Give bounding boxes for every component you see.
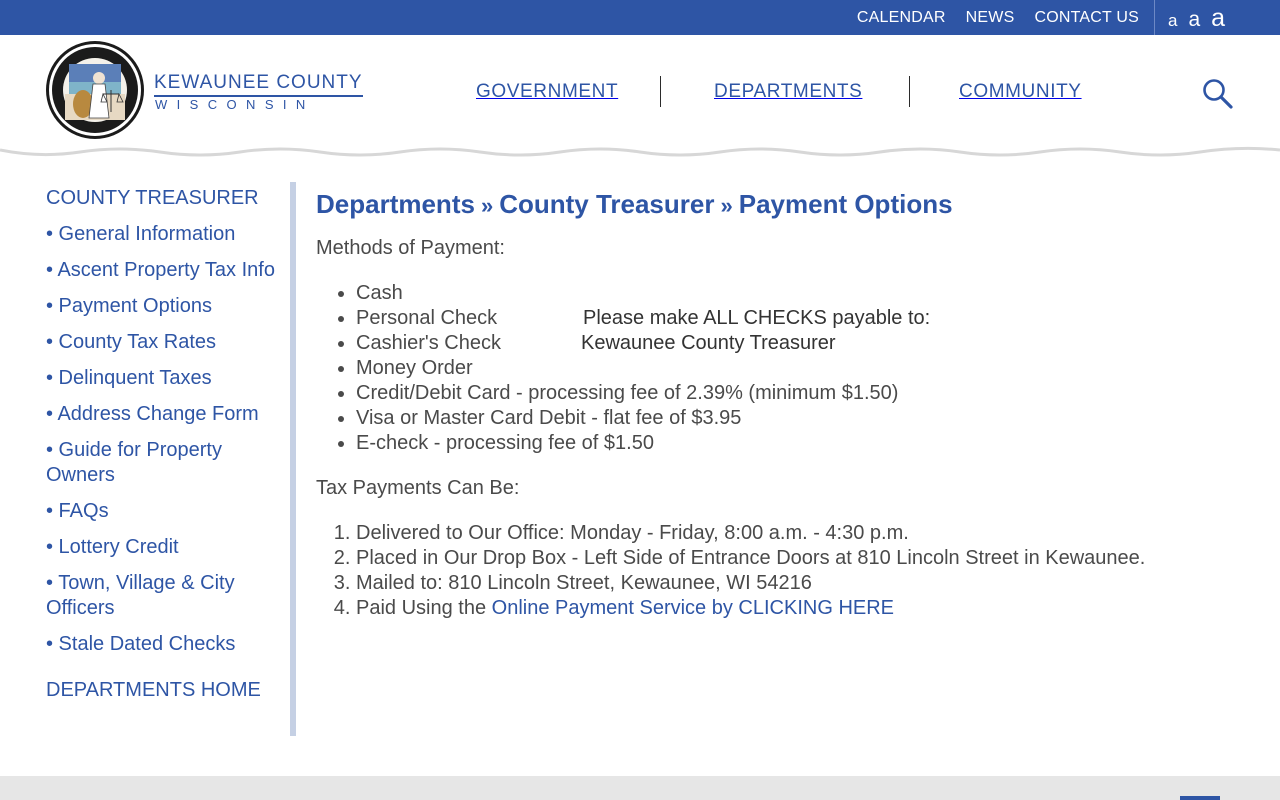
list-item: E-check - processing fee of $1.50 <box>356 431 1246 456</box>
sidebar-item-ascent-property-tax-info[interactable]: • Ascent Property Tax Info <box>46 258 281 283</box>
breadcrumb-current-page: Payment Options <box>738 189 953 219</box>
site-brand-state: WISCONSIN <box>155 97 315 112</box>
list-item: Cashier's Check Kewaunee County Treasurer <box>356 331 1246 356</box>
method-label: Personal Check <box>356 307 498 329</box>
nav-divider <box>909 76 910 107</box>
methods-heading: Methods of Payment: <box>316 237 505 259</box>
site-brand-name[interactable]: KEWAUNEE COUNTY <box>154 72 363 97</box>
tax-option-label: Delivered to Our Office: Monday - Friday… <box>356 522 909 544</box>
list-item: Credit/Debit Card - processing fee of 2.… <box>356 381 1246 406</box>
tax-payment-options-list: Delivered to Our Office: Monday - Friday… <box>316 521 1246 621</box>
tax-option-label: Paid Using the <box>356 597 492 619</box>
font-size-medium-button[interactable]: a <box>1188 8 1200 32</box>
nav-community-label: COMMUNITY <box>959 81 1082 102</box>
sidebar-item-general-information[interactable]: • General Information <box>46 222 281 247</box>
breadcrumb-departments[interactable]: Departments <box>316 189 475 219</box>
method-label: E-check - processing fee of $1.50 <box>356 432 654 454</box>
method-label: Cash <box>356 282 403 304</box>
font-size-controls: a a a <box>1168 0 1236 35</box>
nav-departments[interactable]: DEPARTMENTS <box>714 76 862 108</box>
search-icon[interactable] <box>1201 77 1233 109</box>
list-item: Personal Check Please make ALL CHECKS pay… <box>356 306 1246 331</box>
nav-government[interactable]: GOVERNMENT <box>476 76 618 108</box>
nav-departments-label: DEPARTMENTS <box>714 81 863 102</box>
page-footer <box>0 776 1280 800</box>
sidebar-item-stale-dated-checks[interactable]: • Stale Dated Checks <box>46 632 281 657</box>
list-item: Paid Using the Online Payment Service by… <box>356 596 1246 621</box>
nav-government-label: GOVERNMENT <box>476 81 619 102</box>
nav-divider <box>660 76 661 107</box>
sidebar-heading-county-treasurer[interactable]: COUNTY TREASURER <box>46 186 281 211</box>
county-seal-logo[interactable] <box>45 40 145 140</box>
top-utility-bar: CALENDAR NEWS CONTACT US a a a <box>0 0 1280 35</box>
breadcrumb-separator: » <box>720 193 733 218</box>
sidebar-divider <box>290 182 296 736</box>
utility-divider <box>1154 0 1155 35</box>
list-item: Money Order <box>356 356 1246 381</box>
sidebar-item-county-tax-rates[interactable]: • County Tax Rates <box>46 330 281 355</box>
list-item: Placed in Our Drop Box - Left Side of En… <box>356 546 1246 571</box>
tax-option-label: Placed in Our Drop Box - Left Side of En… <box>356 547 1146 569</box>
sidebar-item-faqs[interactable]: • FAQs <box>46 499 281 524</box>
tax-payments-heading: Tax Payments Can Be: <box>316 477 520 499</box>
contact-us-link[interactable]: CONTACT US <box>1034 9 1139 27</box>
tax-option-label: Mailed to: 810 Lincoln Street, Kewaunee,… <box>356 572 812 594</box>
sidebar-item-town-village-city-officers[interactable]: • Town, Village & City Officers <box>46 571 281 621</box>
sidebar-departments-home-link[interactable]: DEPARTMENTS HOME <box>46 678 281 703</box>
sidebar-item-payment-options[interactable]: • Payment Options <box>46 294 281 319</box>
list-item: Cash <box>356 281 1246 306</box>
checks-payee: Kewaunee County Treasurer <box>581 332 836 354</box>
news-link[interactable]: NEWS <box>966 9 1015 27</box>
breadcrumb-separator: » <box>480 193 494 218</box>
online-payment-link[interactable]: Online Payment Service by CLICKING HERE <box>492 597 894 619</box>
method-label: Credit/Debit Card - processing fee of 2.… <box>356 382 899 404</box>
sidebar-item-guide-for-property-owners[interactable]: • Guide for Property Owners <box>46 438 281 488</box>
list-item: Mailed to: 810 Lincoln Street, Kewaunee,… <box>356 571 1246 596</box>
sidebar-nav: COUNTY TREASURER • General Information •… <box>46 186 281 703</box>
main-content: Departments» County Treasurer» Payment Opt… <box>316 188 1246 621</box>
method-label: Cashier's Check <box>356 332 501 354</box>
list-item: Delivered to Our Office: Monday - Friday… <box>356 521 1246 546</box>
sidebar-item-lottery-credit[interactable]: • Lottery Credit <box>46 535 281 560</box>
nav-community[interactable]: COMMUNITY <box>959 76 1082 108</box>
checks-payable-note: Please make ALL CHECKS payable to: <box>583 307 931 329</box>
calendar-link[interactable]: CALENDAR <box>857 9 946 27</box>
sidebar-item-delinquent-taxes[interactable]: • Delinquent Taxes <box>46 366 281 391</box>
font-size-small-button[interactable]: a <box>1168 11 1177 31</box>
list-item: Visa or Master Card Debit - flat fee of … <box>356 406 1246 431</box>
payment-methods-list: Cash Personal Check Please make ALL CHECK… <box>316 281 1246 456</box>
breadcrumb-county-treasurer[interactable]: County Treasurer <box>499 189 714 219</box>
font-size-large-button[interactable]: a <box>1211 4 1225 33</box>
method-label: Visa or Master Card Debit - flat fee of … <box>356 407 742 429</box>
header-wave-divider <box>0 140 1280 157</box>
breadcrumb: Departments» County Treasurer» Payment Opt… <box>316 188 1246 222</box>
method-label: Money Order <box>356 357 473 379</box>
utility-nav: CALENDAR NEWS CONTACT US <box>837 0 1139 35</box>
sidebar-item-address-change-form[interactable]: • Address Change Form <box>46 402 281 427</box>
back-to-top-button[interactable] <box>1180 796 1220 800</box>
